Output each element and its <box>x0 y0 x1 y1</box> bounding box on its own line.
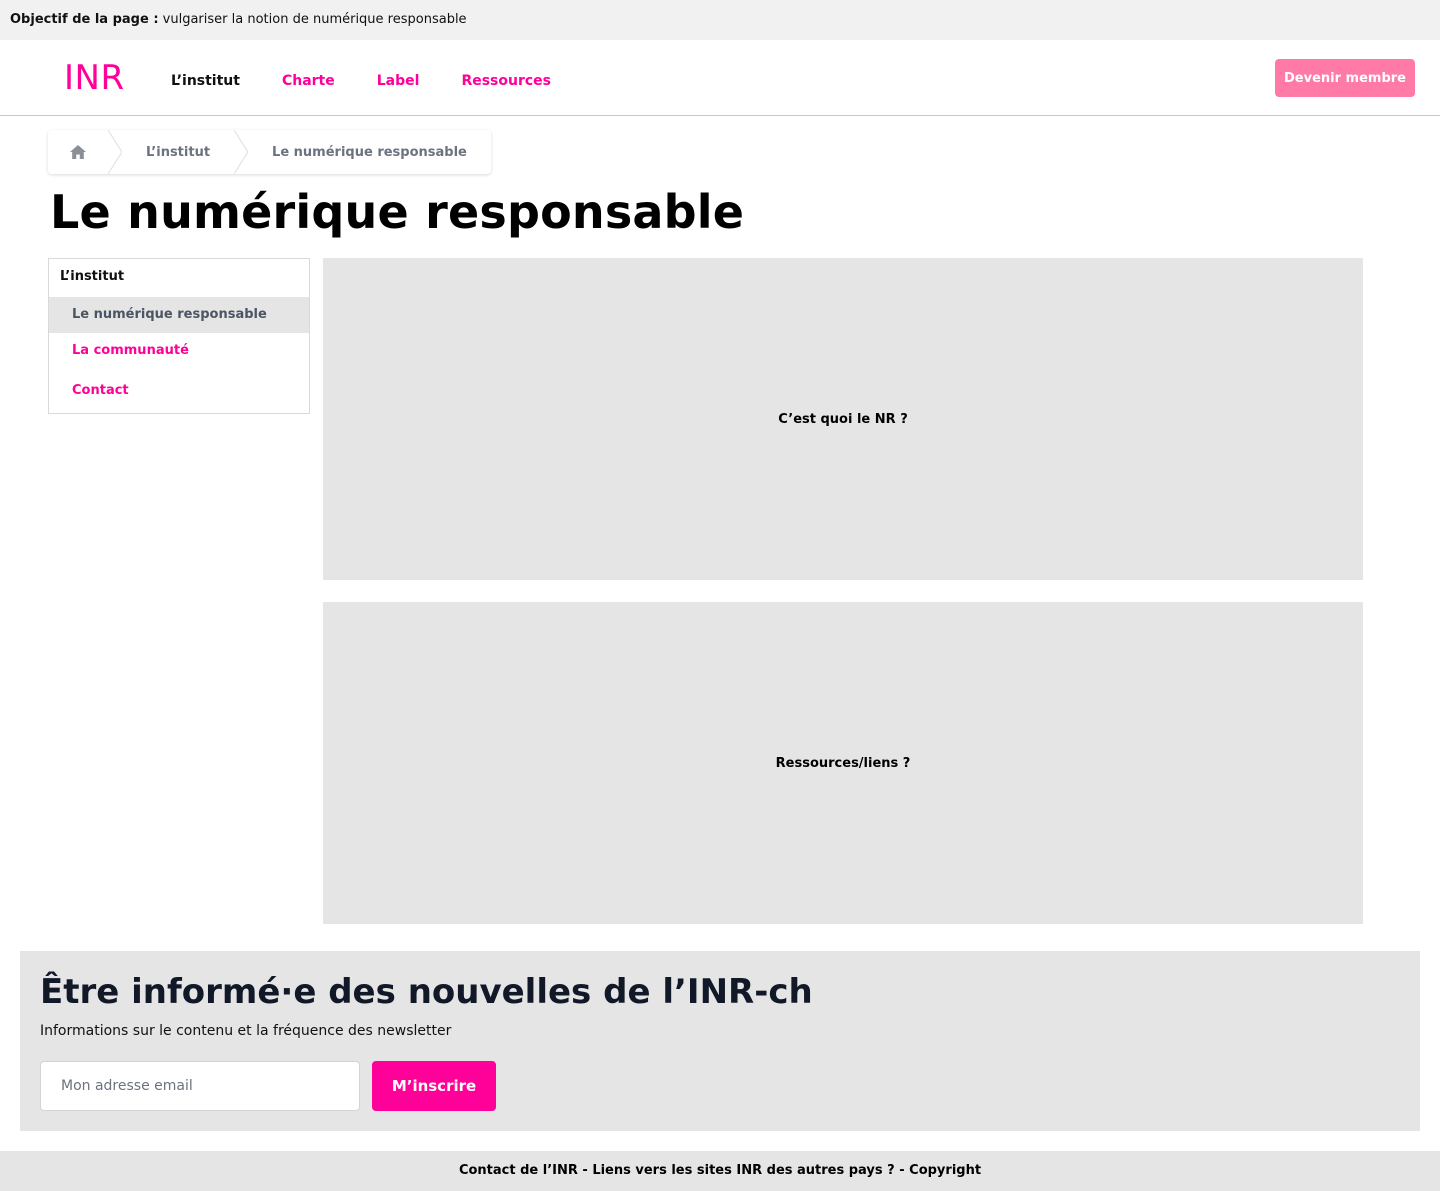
side-nav-title[interactable]: L’institut <box>49 259 309 297</box>
become-member-button[interactable]: Devenir membre <box>1275 59 1415 97</box>
nav-item-ressources[interactable]: Ressources <box>445 62 567 100</box>
main-nav: L’institut Charte Label Ressources <box>155 62 577 100</box>
footer-text: Contact de l’INR - Liens vers les sites … <box>458 1163 982 1178</box>
side-nav-item-contact[interactable]: Contact <box>49 373 309 413</box>
breadcrumb-separator <box>234 130 249 174</box>
breadcrumb-item-institut[interactable]: L’institut <box>122 130 234 174</box>
site-header: INR L’institut Charte Label Ressources D… <box>0 40 1440 116</box>
home-icon <box>69 144 87 160</box>
content-block-what-is-nr: C’est quoi le NR ? <box>323 258 1363 580</box>
page-title: Le numérique responsable <box>50 185 745 239</box>
site-footer: Contact de l’INR - Liens vers les sites … <box>0 1151 1440 1191</box>
side-nav-item-numerique-responsable[interactable]: Le numérique responsable <box>49 297 309 333</box>
breadcrumb: L’institut Le numérique responsable <box>48 130 491 174</box>
side-nav: L’institut Le numérique responsable La c… <box>48 258 310 414</box>
nav-item-institut[interactable]: L’institut <box>155 62 256 100</box>
page-objective-bar: Objectif de la page : vulgariser la noti… <box>0 0 1440 40</box>
content-block-label: Ressources/liens ? <box>775 755 911 771</box>
breadcrumb-home[interactable] <box>48 130 108 174</box>
newsletter-title: Être informé·e des nouvelles de l’INR-ch <box>40 972 813 1012</box>
breadcrumb-separator <box>108 130 122 174</box>
email-input[interactable] <box>40 1061 360 1111</box>
content-block-label: C’est quoi le NR ? <box>778 411 908 427</box>
site-logo[interactable]: INR <box>64 58 125 98</box>
subscribe-button[interactable]: M’inscrire <box>372 1061 496 1111</box>
objective-text: vulgariser la notion de numérique respon… <box>162 12 467 27</box>
nav-item-charte[interactable]: Charte <box>266 62 351 100</box>
breadcrumb-item-current[interactable]: Le numérique responsable <box>248 130 491 174</box>
content-block-resources: Ressources/liens ? <box>323 602 1363 924</box>
newsletter-section: Être informé·e des nouvelles de l’INR-ch… <box>20 951 1420 1131</box>
nav-item-label[interactable]: Label <box>361 62 436 100</box>
objective-label: Objectif de la page : <box>10 12 159 27</box>
side-nav-item-communaute[interactable]: La communauté <box>49 333 309 373</box>
newsletter-description: Informations sur le contenu et la fréque… <box>40 1023 452 1039</box>
